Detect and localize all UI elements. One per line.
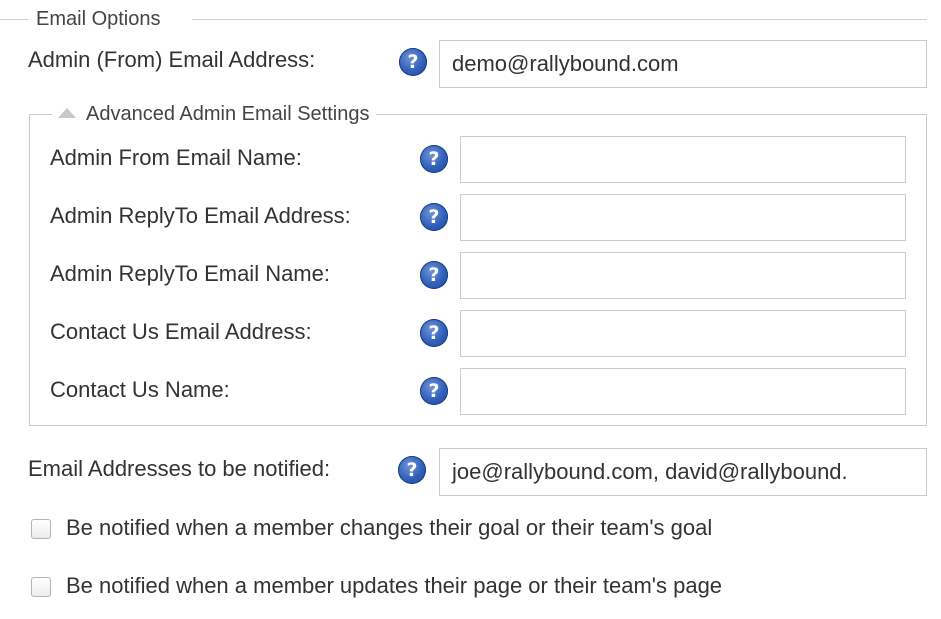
notify-goal-change-checkbox[interactable] [31, 519, 51, 539]
help-icon[interactable]: ? [420, 203, 448, 231]
admin-replyto-email-name-label: Admin ReplyTo Email Name: [50, 261, 330, 286]
triangle-up-icon [58, 108, 76, 118]
email-options-page: Email Options Admin (From) Email Address… [0, 0, 941, 619]
help-icon[interactable]: ? [420, 261, 448, 289]
admin-replyto-email-address-label: Admin ReplyTo Email Address: [50, 203, 351, 228]
notify-page-update-label: Be notified when a member updates their … [66, 573, 723, 598]
admin-from-email-label: Admin (From) Email Address: [28, 47, 316, 72]
contact-us-email-address-label: Contact Us Email Address: [50, 319, 312, 344]
fieldset-line-left [0, 19, 28, 20]
advanced-settings-legend: Advanced Admin Email Settings [86, 103, 370, 125]
admin-replyto-email-name-input[interactable] [460, 252, 906, 299]
notify-goal-change-label: Be notified when a member changes their … [66, 515, 713, 540]
admin-from-email-name-input[interactable] [460, 136, 906, 183]
notify-page-update-checkbox[interactable] [31, 577, 51, 597]
help-icon[interactable]: ? [420, 319, 448, 347]
contact-us-email-address-input[interactable] [460, 310, 906, 357]
help-icon[interactable]: ? [420, 145, 448, 173]
admin-from-email-input[interactable]: demo@rallybound.com [439, 40, 927, 88]
notify-addresses-label: Email Addresses to be notified: [28, 456, 331, 481]
help-icon[interactable]: ? [399, 48, 427, 76]
contact-us-name-label: Contact Us Name: [50, 377, 230, 402]
admin-replyto-email-address-input[interactable] [460, 194, 906, 241]
fieldset-line-right [192, 19, 927, 20]
help-icon[interactable]: ? [398, 456, 426, 484]
admin-from-email-name-label: Admin From Email Name: [50, 145, 302, 170]
advanced-settings-toggle[interactable]: Advanced Admin Email Settings [52, 101, 376, 127]
help-icon[interactable]: ? [420, 377, 448, 405]
email-options-legend: Email Options [36, 6, 161, 32]
notify-addresses-input[interactable]: joe@rallybound.com, david@rallybound. [439, 448, 927, 496]
contact-us-name-input[interactable] [460, 368, 906, 415]
